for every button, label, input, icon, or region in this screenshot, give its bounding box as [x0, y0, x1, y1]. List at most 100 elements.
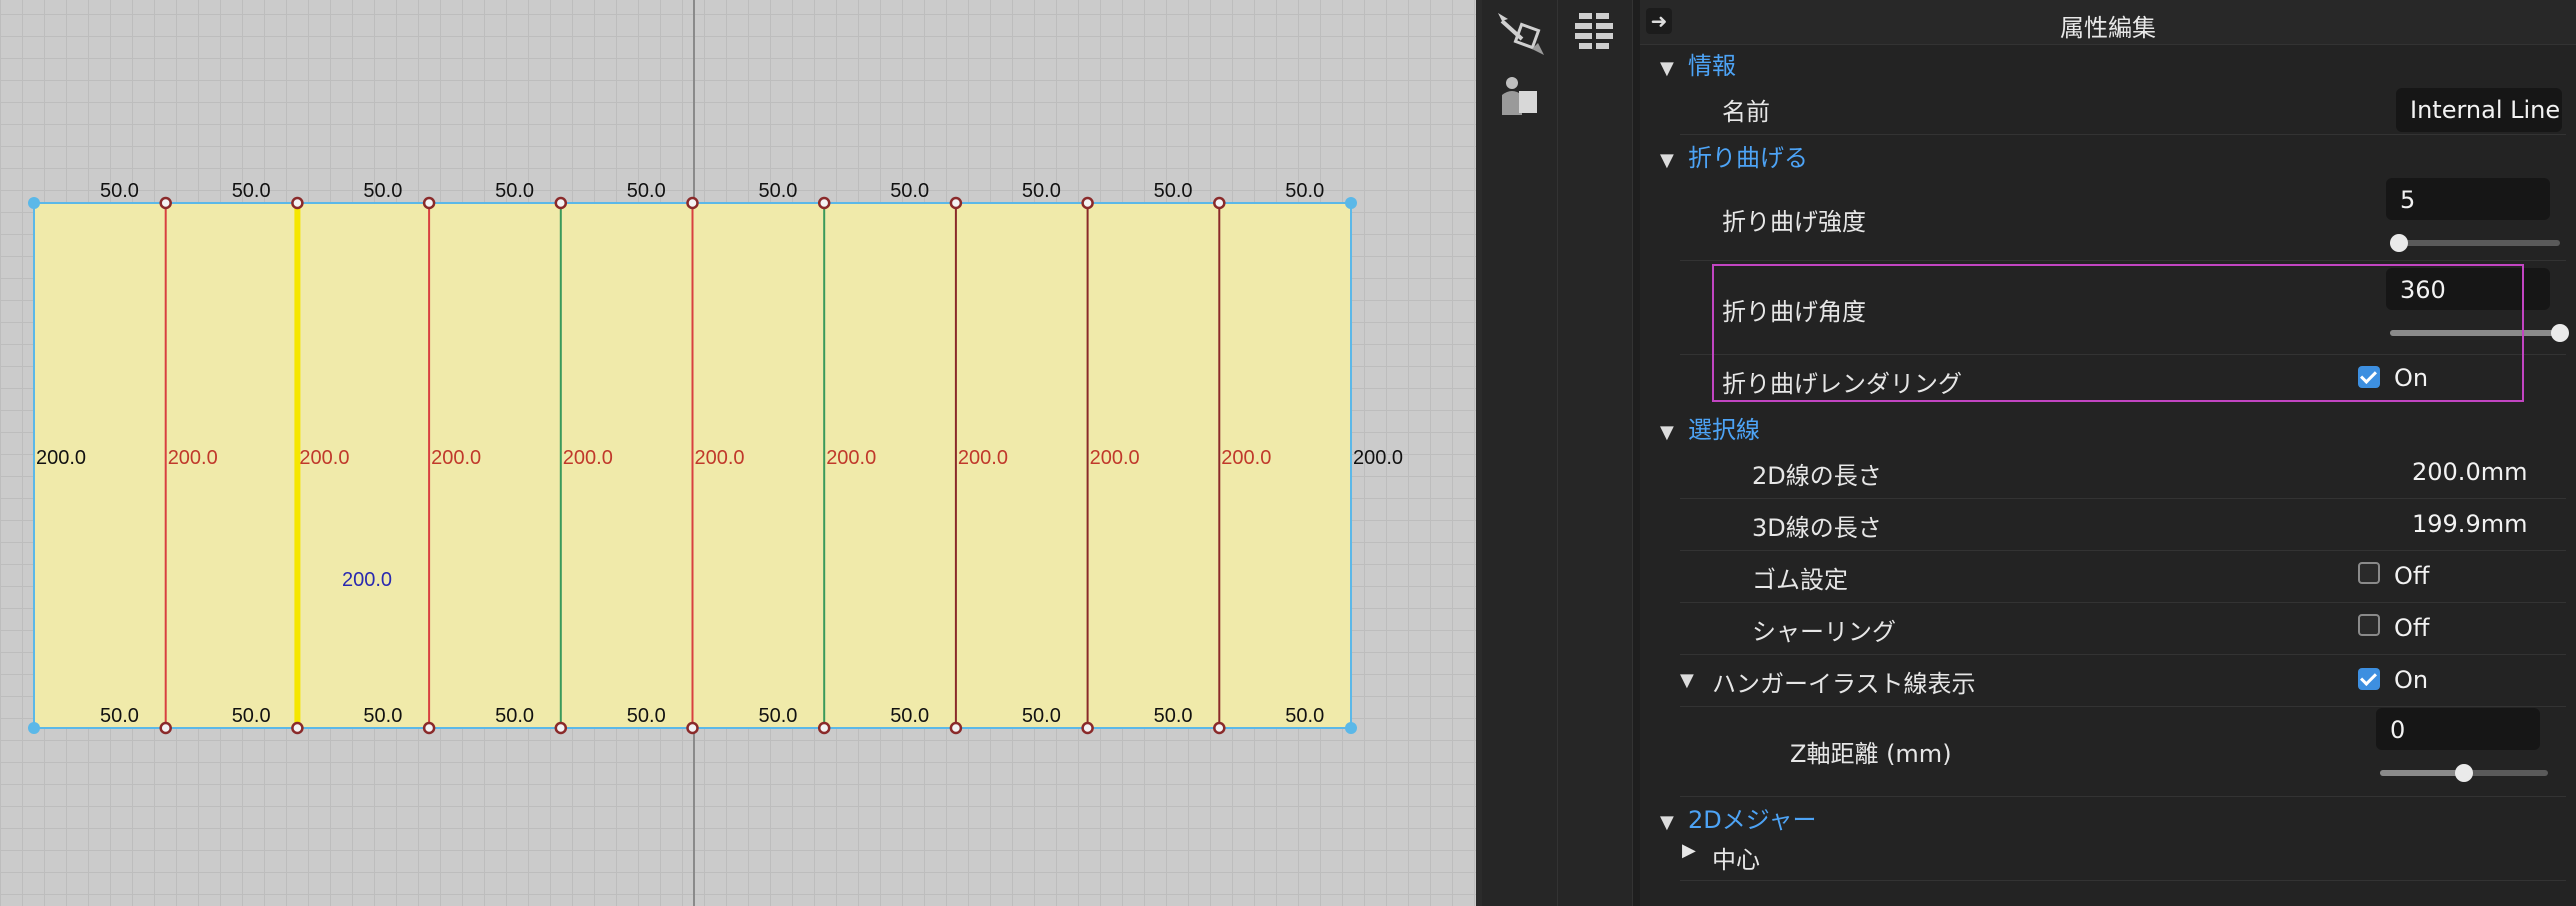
pattern-canvas[interactable]: 50.0 50.0 50.0 50.0 50.0 50.0 50.0 50.0 50.0 50.0… — [0, 0, 1476, 906]
avatar-tool-button[interactable] — [1490, 70, 1550, 122]
avatar-tool-icon — [1502, 77, 1537, 115]
name-input[interactable]: Internal Line — [2396, 88, 2562, 132]
hanger-label: ハンガーイラスト線表示 — [1712, 670, 1976, 698]
left-edge-label: 200.0 — [36, 447, 86, 469]
line-endpoint — [686, 721, 699, 735]
hanger-checkbox[interactable] — [2358, 668, 2380, 690]
zdist-slider[interactable] — [2380, 764, 2548, 782]
section-info-title: 情報 — [1688, 52, 1736, 80]
top-segment-label: 50.0 — [232, 180, 271, 202]
line-endpoint — [291, 721, 304, 735]
corner-point — [28, 722, 40, 734]
bottom-segment-label: 50.0 — [1154, 705, 1193, 727]
internal-line-label: 200.0 — [1090, 447, 1140, 469]
name-label: 名前 — [1722, 98, 1770, 126]
measure-tool-button[interactable] — [1490, 8, 1550, 60]
corner-point — [1345, 722, 1357, 734]
row-rubber: ゴム設定 Off — [1680, 556, 2566, 603]
internal-line-label: 200.0 — [958, 447, 1008, 469]
shirring-checkbox[interactable] — [2358, 614, 2380, 636]
line-endpoint — [949, 721, 963, 735]
len3d-value: 199.9mm — [2412, 510, 2528, 538]
zdist-knob[interactable] — [2455, 764, 2473, 782]
bottom-segment-label: 50.0 — [232, 705, 271, 727]
zdist-fill — [2380, 770, 2464, 776]
line-endpoint — [817, 196, 831, 210]
fold-strength-knob[interactable] — [2389, 234, 2408, 252]
rubber-value: Off — [2394, 562, 2430, 590]
fold-strength-label: 折り曲げ強度 — [1722, 208, 1866, 236]
panel-titlebar: ➜ 属性編集 — [1640, 0, 2576, 45]
hanger-expander[interactable]: ▼ — [1680, 664, 1712, 692]
len3d-label: 3D線の長さ — [1752, 514, 1882, 542]
row-shirring: シャーリング Off — [1680, 608, 2566, 655]
top-segment-label: 50.0 — [890, 180, 929, 202]
line-endpoint — [1213, 196, 1226, 210]
section-selection-header[interactable]: ▼ 選択線 — [1660, 410, 1760, 445]
top-segment-label: 50.0 — [1022, 180, 1061, 202]
zdist-input[interactable]: 0 — [2376, 708, 2540, 750]
line-endpoint — [1213, 721, 1226, 735]
panel-title: 属性編集 — [2060, 14, 2156, 42]
line-endpoint — [554, 196, 568, 210]
line-endpoint — [159, 721, 172, 735]
right-edge-label: 200.0 — [1353, 447, 1403, 469]
top-segment-label: 50.0 — [363, 180, 402, 202]
bottom-segment-label: 50.0 — [759, 705, 798, 727]
section-fold-header[interactable]: ▼ 折り曲げる — [1660, 138, 1808, 173]
top-segment-label: 50.0 — [100, 180, 139, 202]
row-z-distance: Z軸距離 (mm) 0 — [1680, 708, 2566, 797]
bottom-segment-label: 50.0 — [495, 705, 534, 727]
zdist-label: Z軸距離 (mm) — [1790, 740, 1952, 768]
bottom-segment-label: 50.0 — [1022, 705, 1061, 727]
triangle-down-icon: ▼ — [1660, 150, 1674, 171]
internal-line-label: 200.0 — [826, 447, 876, 469]
internal-line-label: 200.0 — [1221, 447, 1271, 469]
bottom-segment-label: 50.0 — [363, 705, 402, 727]
row-hanger: ▼ ハンガーイラスト線表示 On — [1680, 660, 2566, 707]
top-segment-label: 50.0 — [1154, 180, 1193, 202]
corner-point — [28, 197, 40, 209]
section-measure-header[interactable]: ▼ 2Dメジャー — [1660, 800, 1817, 835]
line-endpoint — [817, 721, 831, 735]
internal-line-label: 200.0 — [563, 447, 613, 469]
internal-line-label: 200.0 — [168, 447, 218, 469]
rubber-checkbox[interactable] — [2358, 562, 2380, 584]
pattern-drawing[interactable]: 50.0 50.0 50.0 50.0 50.0 50.0 50.0 50.0 50.0 50.0… — [0, 0, 1476, 906]
fold-highlight-box — [1712, 264, 2524, 402]
line-endpoint — [291, 196, 304, 210]
tool-column-left — [1482, 0, 1558, 906]
top-segment-label: 50.0 — [1285, 180, 1324, 202]
len2d-value: 200.0mm — [2412, 458, 2528, 486]
selected-line-label: 200.0 — [342, 569, 392, 591]
measure-tool-icon — [1498, 13, 1544, 55]
section-selection-title: 選択線 — [1688, 416, 1760, 444]
center-label: 中心 — [1712, 846, 1760, 874]
triangle-down-icon: ▼ — [1680, 670, 1694, 691]
row-name: 名前 Internal Line — [1680, 88, 2566, 135]
tool-column-right — [1558, 0, 1633, 906]
section-info-header[interactable]: ▼ 情報 — [1660, 46, 1736, 81]
len2d-label: 2D線の長さ — [1752, 462, 1882, 490]
top-segment-label: 50.0 — [759, 180, 798, 202]
line-endpoint — [949, 196, 963, 210]
internal-line-label: 200.0 — [431, 447, 481, 469]
section-fold-title: 折り曲げる — [1688, 144, 1808, 172]
fold-strength-slider[interactable] — [2389, 234, 2560, 252]
internal-line-label: 200.0 — [299, 447, 349, 469]
triangle-down-icon: ▼ — [1660, 812, 1674, 833]
triangle-right-icon: ▶ — [1682, 840, 1696, 861]
triangle-down-icon: ▼ — [1660, 422, 1674, 443]
corner-point — [1345, 197, 1357, 209]
fold-angle-knob[interactable] — [2551, 324, 2569, 342]
triangle-down-icon: ▼ — [1660, 58, 1674, 79]
internal-line-label: 200.0 — [695, 447, 745, 469]
line-endpoint — [422, 721, 436, 735]
bottom-segment-label: 50.0 — [1285, 705, 1324, 727]
layers-stack-icon — [1575, 11, 1613, 51]
line-endpoint — [686, 196, 699, 210]
layers-button[interactable] — [1564, 6, 1624, 58]
fold-strength-input[interactable]: 5 — [2386, 178, 2550, 220]
row-center[interactable]: ▶ 中心 — [1680, 836, 2566, 881]
line-endpoint — [1081, 196, 1094, 210]
